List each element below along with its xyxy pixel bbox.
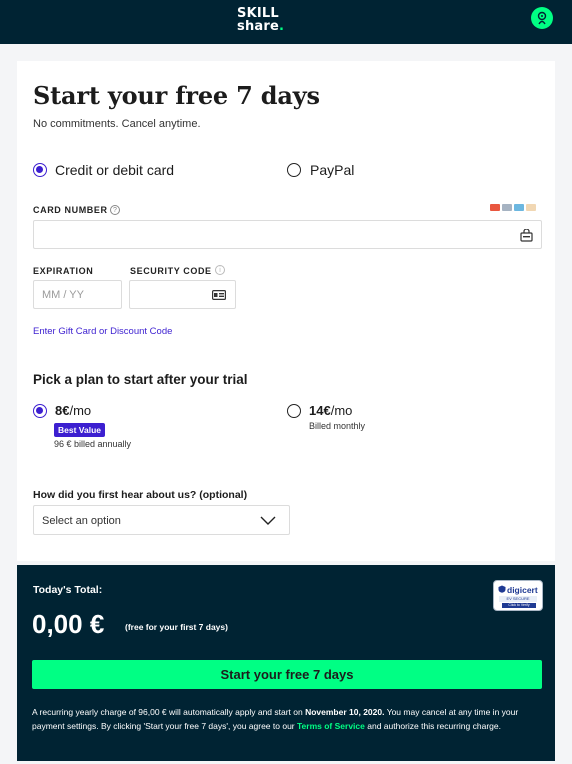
referral-question: How did you first hear about us? (option… xyxy=(33,489,248,501)
referral-select[interactable]: Select an option xyxy=(33,505,290,535)
avatar-illustration-icon xyxy=(537,11,547,25)
monthly-plan-radio[interactable] xyxy=(287,404,301,418)
referral-select-value[interactable]: Select an option xyxy=(42,515,121,527)
digicert-badge[interactable]: digicert EV SECURE Click to Verify xyxy=(493,580,543,611)
total-panel: Today's Total: 0,00 € (free for your fir… xyxy=(17,565,555,761)
digicert-verify-label: Click to Verify xyxy=(502,603,536,608)
card-number-field[interactable] xyxy=(33,220,542,249)
gift-card-link[interactable]: Enter Gift Card or Discount Code xyxy=(33,326,172,337)
skillshare-logo[interactable]: SKILL share. xyxy=(237,7,284,33)
digicert-ev-label: EV SECURE xyxy=(499,596,537,602)
mastercard-icon xyxy=(490,204,500,211)
other-card-icon xyxy=(526,204,536,211)
annual-plan-note: 96 € billed annually xyxy=(54,439,132,449)
digicert-brand: digicert xyxy=(507,585,538,595)
start-trial-button[interactable]: Start your free 7 days xyxy=(32,660,542,689)
page-subtitle: No commitments. Cancel anytime. xyxy=(33,118,201,130)
security-code-label: SECURITY CODE xyxy=(130,266,212,276)
monthly-plan-note: Billed monthly xyxy=(309,421,366,431)
paypal-radio[interactable] xyxy=(287,163,301,177)
checkout-card: Start your free 7 days No commitments. C… xyxy=(17,61,555,561)
best-value-badge: Best Value xyxy=(54,423,105,437)
total-amount-note: (free for your first 7 days) xyxy=(125,622,228,632)
expiration-label: EXPIRATION xyxy=(33,266,94,276)
card-option-label[interactable]: Credit or debit card xyxy=(55,162,174,178)
legal-notice: A recurring yearly charge of 96,00 € wil… xyxy=(32,707,519,731)
total-amount: 0,00 € xyxy=(32,609,105,639)
accepted-cards xyxy=(490,204,536,211)
digicert-shield-icon xyxy=(498,585,506,593)
annual-plan-radio[interactable] xyxy=(33,404,47,418)
card-radio[interactable] xyxy=(33,163,47,177)
info-icon[interactable]: i xyxy=(215,265,225,275)
top-bar: SKILL share. xyxy=(0,0,572,44)
expiration-input[interactable] xyxy=(34,281,121,308)
terms-of-service-link[interactable]: Terms of Service xyxy=(297,721,365,731)
card-lock-icon xyxy=(520,229,533,242)
chevron-down-icon[interactable] xyxy=(260,516,276,525)
annual-plan-price[interactable]: 8€/mo xyxy=(55,403,91,418)
todays-total-label: Today's Total: xyxy=(33,584,103,596)
card-number-label: CARD NUMBER xyxy=(33,205,108,215)
visa-icon xyxy=(514,204,524,211)
page-title: Start your free 7 days xyxy=(33,81,320,110)
monthly-plan-price[interactable]: 14€/mo xyxy=(309,403,352,418)
card-number-input[interactable] xyxy=(34,221,541,248)
amex-icon xyxy=(502,204,512,211)
expiration-field[interactable] xyxy=(33,280,122,309)
security-code-field[interactable] xyxy=(129,280,236,309)
plan-section-title: Pick a plan to start after your trial xyxy=(33,372,248,387)
cvc-card-icon xyxy=(212,290,226,300)
paypal-option-label[interactable]: PayPal xyxy=(310,162,354,178)
user-avatar[interactable] xyxy=(531,7,553,29)
info-icon[interactable]: ? xyxy=(110,205,120,215)
